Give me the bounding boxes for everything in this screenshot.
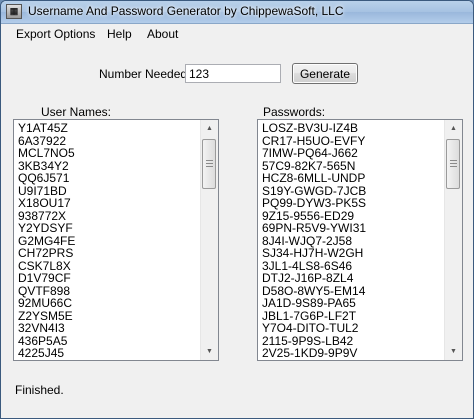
status-text: Finished. bbox=[15, 383, 64, 397]
list-item[interactable]: HCZ8-6MLL-UNDP bbox=[260, 172, 444, 185]
scroll-down-arrow-icon[interactable]: ▼ bbox=[445, 343, 462, 360]
list-item[interactable]: 7IMW-PQ64-J662 bbox=[260, 147, 444, 160]
list-item[interactable]: 4225J45 bbox=[16, 347, 200, 360]
list-item[interactable]: 2V25-1KD9-9P9V bbox=[260, 347, 444, 360]
scroll-up-arrow-icon[interactable]: ▲ bbox=[445, 120, 462, 137]
number-needed-input[interactable] bbox=[185, 64, 281, 83]
menu-bar: Export Options Help About bbox=[1, 24, 473, 44]
app-window: ▦ Username And Password Generator by Chi… bbox=[0, 0, 474, 419]
list-item[interactable]: 69PN-R5V9-YWI31 bbox=[260, 222, 444, 235]
scroll-thumb[interactable] bbox=[202, 139, 216, 189]
list-item[interactable]: Y2YDSYF bbox=[16, 222, 200, 235]
list-item[interactable]: SJ34-HJ7H-W2GH bbox=[260, 247, 444, 260]
list-item[interactable]: Y7O4-DITO-TUL2 bbox=[260, 322, 444, 335]
list-item[interactable]: JA1D-9S89-PA65 bbox=[260, 297, 444, 310]
menu-export-options[interactable]: Export Options bbox=[16, 27, 95, 41]
list-item[interactable]: Y1AT45Z bbox=[16, 122, 200, 135]
list-item[interactable]: 32VN4I3 bbox=[16, 322, 200, 335]
list-item[interactable]: 92MU66C bbox=[16, 297, 200, 310]
passwords-label: Passwords: bbox=[263, 105, 326, 119]
passwords-list[interactable]: LOSZ-BV3U-IZ4B CR17-H5UO-EVFY 7IMW-PQ64-J6… bbox=[257, 119, 463, 361]
list-item[interactable]: 1J2H266 bbox=[16, 359, 200, 360]
list-item[interactable]: DTJ2-J16P-8ZL4 bbox=[260, 272, 444, 285]
scroll-down-arrow-icon[interactable]: ▼ bbox=[201, 343, 218, 360]
user-names-list[interactable]: Y1AT45Z 6A37922 MCL7NO5 3KB34Y2 QQ6J571 U9I71… bbox=[13, 119, 219, 361]
list-item[interactable]: LOSZ-BV3U-IZ4B bbox=[260, 122, 444, 135]
user-names-scrollbar[interactable]: ▲ ▼ bbox=[200, 120, 218, 360]
passwords-scrollbar[interactable]: ▲ ▼ bbox=[444, 120, 462, 360]
title-bar[interactable]: ▦ Username And Password Generator by Chi… bbox=[1, 1, 473, 24]
list-item[interactable]: MCL7NO5 bbox=[16, 147, 200, 160]
list-item[interactable]: QQ6J571 bbox=[16, 172, 200, 185]
menu-help[interactable]: Help bbox=[107, 27, 132, 41]
app-icon: ▦ bbox=[6, 4, 22, 19]
scroll-up-arrow-icon[interactable]: ▲ bbox=[201, 120, 218, 137]
window-title: Username And Password Generator by Chipp… bbox=[28, 4, 344, 18]
number-needed-label: Number Needed: bbox=[99, 67, 191, 81]
list-item[interactable]: X18OU17 bbox=[16, 197, 200, 210]
list-item[interactable]: PQ99-DYW3-PK5S bbox=[260, 197, 444, 210]
passwords-items: LOSZ-BV3U-IZ4B CR17-H5UO-EVFY 7IMW-PQ64-J6… bbox=[260, 122, 444, 360]
menu-about[interactable]: About bbox=[147, 27, 178, 41]
user-names-label: User Names: bbox=[41, 105, 112, 119]
list-item[interactable]: 3T28-165F-D4F9 bbox=[260, 359, 444, 360]
list-item[interactable]: CH72PRS bbox=[16, 247, 200, 260]
scroll-thumb[interactable] bbox=[446, 139, 460, 189]
list-item[interactable]: D1V79CF bbox=[16, 272, 200, 285]
user-names-items: Y1AT45Z 6A37922 MCL7NO5 3KB34Y2 QQ6J571 U9I71… bbox=[16, 122, 200, 360]
generate-button[interactable]: Generate bbox=[292, 63, 358, 84]
